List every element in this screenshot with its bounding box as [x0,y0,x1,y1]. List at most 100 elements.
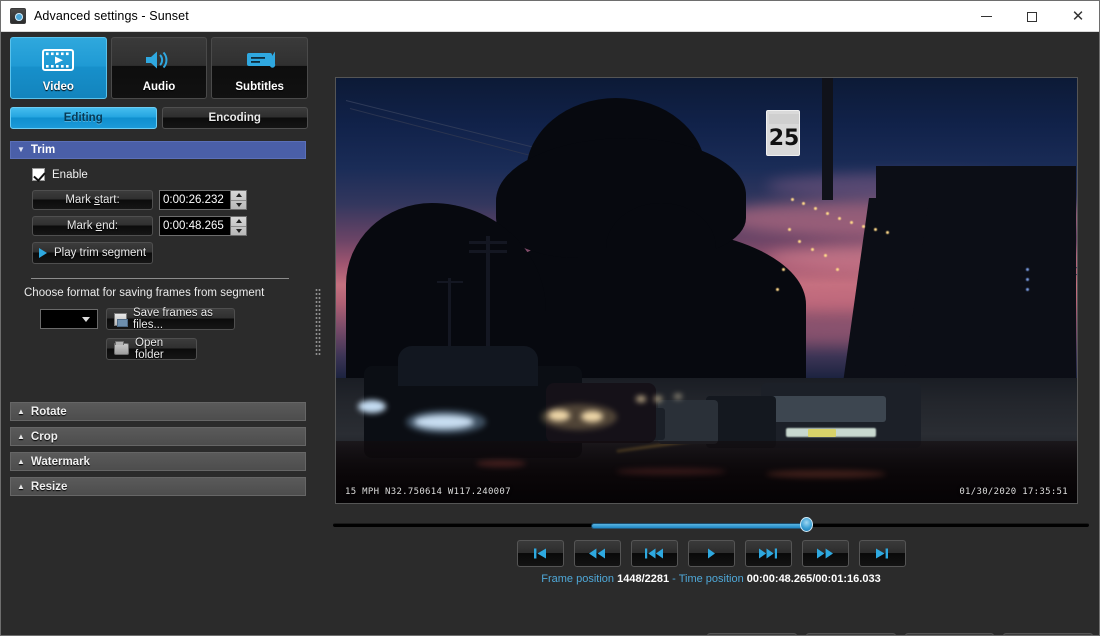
mark-start-spin-buttons[interactable] [230,190,247,210]
next-frame-button[interactable] [745,540,792,567]
rewind-button[interactable] [574,540,621,567]
mark-end-stepper[interactable]: 0:00:48.265 [159,216,247,236]
mark-end-label: Mark end: [67,220,118,232]
skip-to-start-button[interactable] [517,540,564,567]
chevron-up-icon: ▲ [17,433,25,441]
save-format-row: Save frames as files... [40,308,308,330]
truck-cab [766,396,886,422]
tab-subtitles[interactable]: Subtitles [211,37,308,99]
hood-reflection [766,470,886,478]
speed-limit-sign: 25 [766,110,800,156]
trim-enable-checkbox[interactable]: Enable [32,168,308,181]
mark-end-spin-down[interactable] [231,226,246,236]
mark-start-spin-down[interactable] [231,200,246,210]
section-crop-label: Crop [31,431,58,443]
frame-position-value: 1448/2281 [617,573,669,585]
fast-forward-button[interactable] [802,540,849,567]
collapsed-sections: ▲ Rotate ▲ Crop ▲ Watermark ▲ Resize [10,402,308,496]
video-frame: 25 [336,78,1077,503]
checkbox-icon [32,168,45,181]
license-plate [808,429,836,437]
seek-bar[interactable] [331,515,1091,535]
play-trim-segment-button[interactable]: Play trim segment [32,242,153,264]
position-status: Frame position 1448/2281 - Time position… [331,573,1091,585]
seek-fill [592,524,805,528]
tab-audio-label: Audio [143,81,176,93]
chevron-up-icon: ▲ [17,458,25,466]
section-rotate[interactable]: ▲ Rotate [10,402,306,421]
frame-position-label: Frame position [541,573,614,585]
seek-thumb[interactable] [800,517,813,532]
chevron-up-icon: ▲ [17,408,25,416]
section-crop[interactable]: ▲ Crop [10,427,306,446]
mark-end-input[interactable]: 0:00:48.265 [159,216,230,236]
maximize-button[interactable] [1009,1,1055,32]
mark-end-spin-buttons[interactable] [230,216,247,236]
advanced-settings-window: Advanced settings - Sunset ✕ [0,0,1100,636]
skip-to-end-button[interactable] [859,540,906,567]
gps-overlay: 15 MPH N32.750614 W117.240007 [345,487,511,497]
caret-down-icon [236,229,242,233]
mark-end-button[interactable]: Mark end: [32,216,153,236]
subtab-editing[interactable]: Editing [10,107,157,129]
headlight-halo [541,404,617,430]
divider [31,278,289,279]
subtab-encoding-label: Encoding [209,112,261,124]
mark-start-spin-up[interactable] [231,191,246,200]
frame-format-dropdown[interactable] [40,309,98,329]
tab-video[interactable]: Video [10,37,107,99]
mark-start-stepper[interactable]: 0:00:26.232 [159,190,247,210]
distant-light [674,394,682,399]
save-frames-as-files-button[interactable]: Save frames as files... [106,308,235,330]
tab-audio[interactable]: Audio [111,37,208,99]
trim-section-title: Trim [31,144,55,156]
trim-section-header[interactable]: ▼ Trim [10,141,306,159]
dialog-body: Video Audio [1,32,1099,635]
folder-icon [114,343,129,355]
parked-car [658,400,718,444]
open-folder-button[interactable]: Open folder [106,338,197,360]
utility-pole [822,78,833,200]
play-button[interactable] [688,540,735,567]
mark-start-row: Mark start: 0:00:26.232 [32,190,308,210]
hood-reflection [616,468,726,475]
settings-panel: Video Audio [10,37,308,607]
position-separator: - [672,573,676,585]
window-title: Advanced settings - Sunset [34,9,189,23]
close-icon: ✕ [1072,9,1085,24]
video-preview[interactable]: 25 [335,77,1078,504]
section-resize-label: Resize [31,481,67,493]
seek-track[interactable] [333,523,1089,527]
play-trim-segment-label: Play trim segment [54,247,146,259]
car-roof [398,346,538,386]
splitter-grip-icon [315,288,321,356]
section-resize[interactable]: ▲ Resize [10,477,306,496]
mark-start-input[interactable]: 0:00:26.232 [159,190,230,210]
preview-panel: 25 [331,37,1091,627]
hood-reflection [476,460,526,467]
mark-start-button[interactable]: Mark start: [32,190,153,210]
mark-end-spin-up[interactable] [231,217,246,226]
subtab-encoding[interactable]: Encoding [162,107,309,129]
window-controls: ✕ [963,1,1100,32]
close-button[interactable]: ✕ [1055,1,1100,32]
previous-frame-button[interactable] [631,540,678,567]
save-frames-label: Save frames as files... [133,307,224,331]
pole-crossarm [469,250,507,253]
section-rotate-label: Rotate [31,406,67,418]
time-position-label: Time position [679,573,744,585]
timestamp-overlay: 01/30/2020 17:35:51 [959,487,1068,497]
minimize-button[interactable] [963,1,1009,32]
distant-light [654,396,662,402]
distant-light [636,396,646,402]
headlight-halo [406,410,486,434]
chevron-down-icon: ▼ [17,146,25,154]
transport-controls [331,540,1091,567]
panel-splitter[interactable] [312,37,324,607]
title-bar[interactable]: Advanced settings - Sunset ✕ [1,1,1100,32]
minimize-icon [981,16,992,17]
mark-start-label: Mark start: [65,194,119,206]
section-watermark[interactable]: ▲ Watermark [10,452,306,471]
subtab-editing-label: Editing [64,112,103,124]
open-folder-label: Open folder [135,337,186,361]
